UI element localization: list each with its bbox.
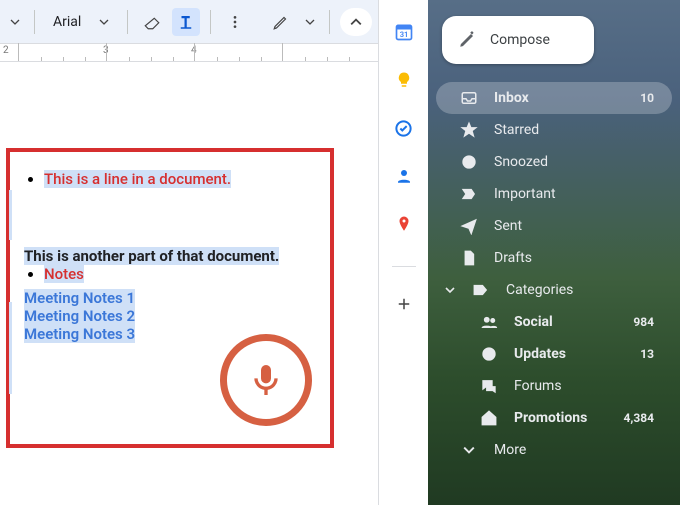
bullet-list: Notes bbox=[44, 265, 316, 283]
important-icon bbox=[460, 185, 478, 203]
nav-drafts[interactable]: Drafts bbox=[436, 242, 672, 274]
nav-label: Inbox bbox=[494, 90, 529, 106]
svg-text:31: 31 bbox=[399, 30, 408, 39]
tasks-icon[interactable] bbox=[394, 118, 414, 138]
list-item[interactable]: Notes bbox=[44, 265, 316, 283]
drafts-icon bbox=[460, 249, 478, 267]
forums-icon bbox=[480, 377, 498, 395]
toolbar: Arial bbox=[0, 0, 378, 44]
side-panel: 31 bbox=[378, 0, 428, 505]
sent-icon bbox=[460, 217, 478, 235]
tag-icon bbox=[472, 281, 490, 299]
star-icon bbox=[460, 121, 478, 139]
nav-label: Drafts bbox=[494, 250, 532, 266]
note-link[interactable]: Meeting Notes 2 bbox=[24, 307, 316, 325]
nav-more[interactable]: More bbox=[436, 434, 672, 466]
document-body[interactable]: This is a line in a document. This is an… bbox=[0, 62, 378, 505]
info-icon bbox=[480, 345, 498, 363]
highlight-button[interactable] bbox=[138, 8, 166, 36]
nav-label: Important bbox=[494, 186, 556, 202]
pen-tool-button[interactable] bbox=[267, 8, 295, 36]
nav-label: Forums bbox=[514, 378, 562, 394]
clock-icon bbox=[460, 153, 478, 171]
list-item[interactable]: This is a line in a document. bbox=[44, 170, 316, 188]
nav-count: 13 bbox=[640, 347, 654, 361]
compose-button[interactable]: Compose bbox=[442, 16, 594, 64]
keep-icon[interactable] bbox=[394, 70, 414, 90]
nav-label: More bbox=[494, 442, 526, 458]
nav-label: Social bbox=[514, 314, 553, 330]
insert-text-button[interactable] bbox=[172, 8, 200, 36]
pen-dropdown[interactable] bbox=[301, 8, 319, 36]
bullet-list: This is a line in a document. bbox=[44, 170, 316, 188]
nav-promotions[interactable]: Promotions 4,384 bbox=[436, 402, 672, 434]
inbox-icon bbox=[460, 89, 478, 107]
microphone-icon bbox=[246, 360, 286, 400]
gmail-nav: Compose Inbox 10 Starred Snoozed Importa… bbox=[428, 0, 680, 505]
more-options-button[interactable] bbox=[221, 8, 249, 36]
chevron-down-icon bbox=[460, 441, 478, 459]
doc-line: Notes bbox=[44, 265, 84, 283]
calendar-icon[interactable]: 31 bbox=[394, 22, 414, 42]
promotions-icon bbox=[480, 409, 498, 427]
nav-inbox[interactable]: Inbox 10 bbox=[436, 82, 672, 114]
pencil-icon bbox=[458, 31, 476, 49]
note-link[interactable]: Meeting Notes 1 bbox=[24, 289, 316, 307]
divider bbox=[210, 10, 211, 34]
doc-line: This is a line in a document. bbox=[44, 170, 231, 188]
nav-label: Starred bbox=[494, 122, 539, 138]
highlighted-region: This is a line in a document. This is an… bbox=[6, 148, 334, 448]
nav-forums[interactable]: Forums bbox=[436, 370, 672, 402]
ruler: 2 3 4 bbox=[0, 44, 378, 62]
nav-label: Sent bbox=[494, 218, 522, 234]
font-family-label: Arial bbox=[53, 14, 81, 30]
compose-label: Compose bbox=[490, 32, 550, 48]
voice-typing-button[interactable] bbox=[220, 334, 312, 426]
divider bbox=[127, 10, 128, 34]
divider bbox=[329, 10, 330, 34]
nav-label: Updates bbox=[514, 346, 566, 362]
nav-count: 984 bbox=[633, 315, 654, 329]
selection-bar bbox=[9, 302, 12, 394]
contacts-icon[interactable] bbox=[394, 166, 414, 186]
collapse-toolbar-button[interactable] bbox=[340, 8, 372, 36]
nav-label: Promotions bbox=[514, 410, 587, 426]
divider bbox=[34, 10, 35, 34]
font-family-select[interactable]: Arial bbox=[45, 10, 117, 34]
selection-bar bbox=[9, 190, 12, 240]
add-addon-button[interactable] bbox=[395, 295, 413, 313]
nav-count: 10 bbox=[640, 91, 654, 105]
nav-starred[interactable]: Starred bbox=[436, 114, 672, 146]
nav-updates[interactable]: Updates 13 bbox=[436, 338, 672, 370]
nav-label: Snoozed bbox=[494, 154, 548, 170]
nav-count: 4,384 bbox=[624, 411, 655, 425]
toolbar-dropdown-caret[interactable] bbox=[6, 8, 24, 36]
nav-social[interactable]: Social 984 bbox=[436, 306, 672, 338]
ruler-tick: 2 bbox=[3, 45, 9, 56]
nav-snoozed[interactable]: Snoozed bbox=[436, 146, 672, 178]
nav-important[interactable]: Important bbox=[436, 178, 672, 210]
section-heading[interactable]: This is another part of that document. bbox=[24, 246, 316, 265]
nav-sent[interactable]: Sent bbox=[436, 210, 672, 242]
nav-label: Categories bbox=[506, 282, 573, 298]
chevron-down-icon bbox=[444, 281, 456, 299]
social-icon bbox=[480, 313, 498, 331]
maps-icon[interactable] bbox=[394, 214, 414, 234]
document-pane: Arial 2 3 bbox=[0, 0, 378, 505]
nav-categories[interactable]: Categories bbox=[436, 274, 672, 306]
divider bbox=[392, 266, 416, 267]
